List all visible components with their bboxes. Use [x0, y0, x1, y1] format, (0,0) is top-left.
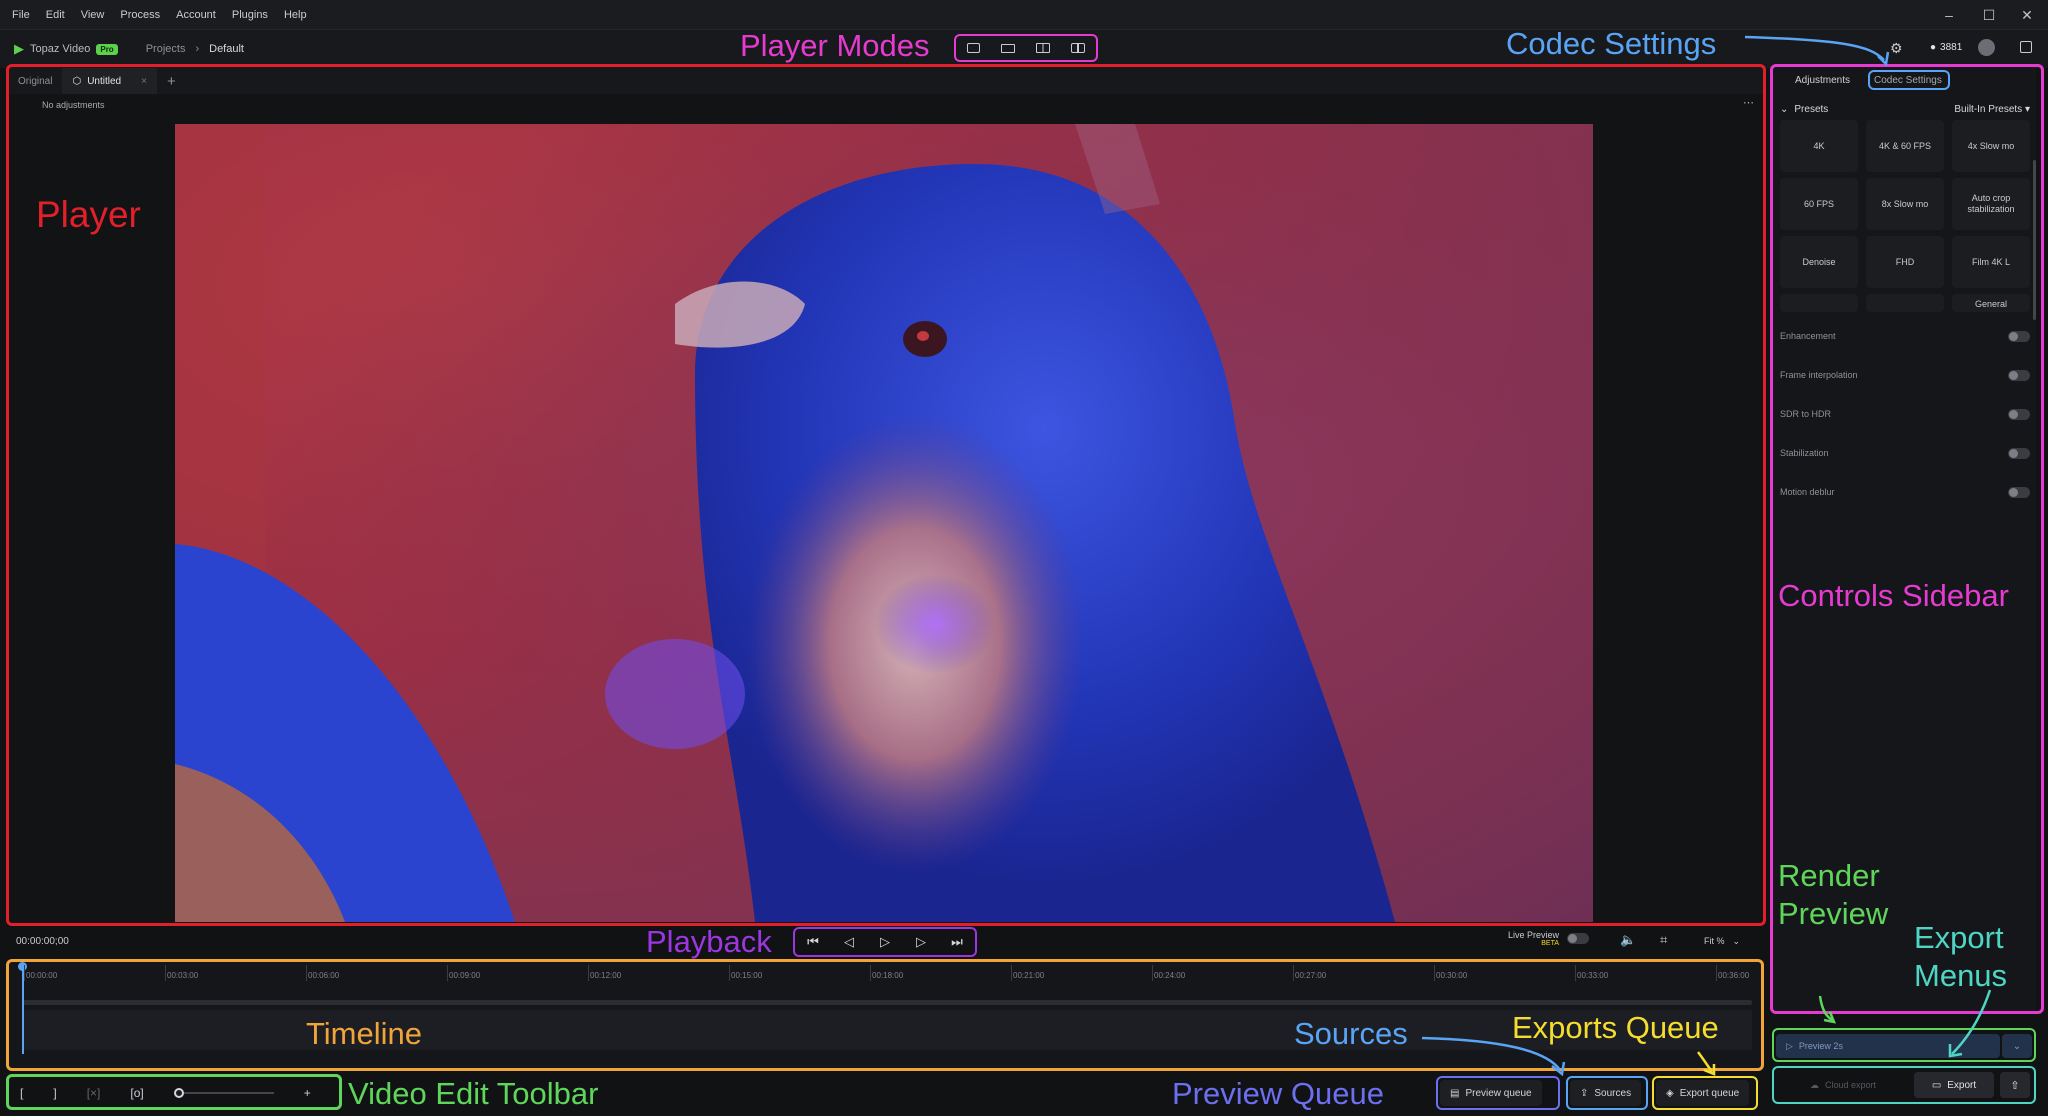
export-menus-box	[1772, 1066, 2036, 1104]
live-preview-toggle[interactable]	[1567, 933, 1590, 944]
volume-icon[interactable]: 🔈	[1620, 932, 1636, 948]
label-player: Player	[36, 194, 141, 235]
label-player-modes: Player Modes	[740, 28, 930, 63]
menu-plugins[interactable]: Plugins	[224, 9, 276, 21]
breadcrumb-projects[interactable]: Projects	[146, 43, 186, 55]
label-export-menus-1: Export	[1914, 920, 2004, 955]
menu-account[interactable]: Account	[168, 9, 224, 21]
play-logo-icon: ▶	[14, 41, 24, 56]
credits-count: 3881	[1940, 42, 1963, 53]
menu-file[interactable]: File	[4, 9, 38, 21]
label-video-edit-toolbar: Video Edit Toolbar	[348, 1076, 599, 1111]
label-timeline: Timeline	[306, 1016, 422, 1051]
zoom-select[interactable]: Fit % ⌄	[1704, 936, 1740, 947]
menu-edit[interactable]: Edit	[38, 9, 73, 21]
label-playback: Playback	[646, 924, 772, 959]
credits: ● 3881	[1930, 42, 1962, 53]
menu-view[interactable]: View	[73, 9, 113, 21]
panel-toggle-icon[interactable]	[2020, 41, 2032, 53]
app-name: Topaz Video	[30, 43, 91, 55]
playback-box	[793, 927, 977, 957]
menu-help[interactable]: Help	[276, 9, 315, 21]
menu-bar: File Edit View Process Account Plugins H…	[0, 0, 2048, 30]
breadcrumb: Projects › Default	[146, 43, 244, 55]
label-render-preview-2: Preview	[1778, 896, 1889, 931]
render-preview-box	[1772, 1028, 2036, 1062]
timecode: 00:00:00;00	[16, 936, 69, 947]
crop-icon[interactable]: ⌗	[1660, 932, 1667, 948]
timeline-box	[6, 959, 1764, 1071]
zoom-value: Fit %	[1704, 936, 1725, 946]
gear-icon[interactable]: ⚙	[1890, 40, 1903, 57]
live-preview-label: Live Preview	[1508, 930, 1560, 940]
label-export-menus-2: Menus	[1914, 958, 2008, 993]
brand: ▶ Topaz Video Pro	[14, 41, 118, 57]
label-render-preview-1: Render	[1778, 858, 1880, 893]
chevron-down-icon: ⌄	[1732, 936, 1741, 946]
label-codec-settings: Codec Settings	[1506, 26, 1717, 61]
exports-queue-box	[1652, 1076, 1758, 1110]
live-preview: Live Preview BETA	[1508, 930, 1590, 947]
menu-process[interactable]: Process	[112, 9, 168, 21]
player-modes-box	[954, 34, 1098, 62]
player-box	[6, 64, 1766, 926]
beta-badge: BETA	[1541, 940, 1560, 947]
breadcrumb-current: Default	[209, 43, 244, 55]
pro-badge: Pro	[96, 43, 118, 55]
close-button[interactable]: ✕	[2004, 0, 2048, 30]
label-exports-queue: Exports Queue	[1512, 1010, 1719, 1045]
credits-icon: ●	[1930, 42, 1937, 53]
sources-box	[1566, 1076, 1648, 1110]
label-sources: Sources	[1294, 1016, 1408, 1051]
preview-queue-box	[1436, 1076, 1560, 1110]
video-edit-toolbar-box	[6, 1074, 342, 1110]
avatar[interactable]	[1978, 39, 1995, 56]
label-preview-queue: Preview Queue	[1172, 1076, 1384, 1111]
label-controls-sidebar: Controls Sidebar	[1778, 578, 2009, 613]
breadcrumb-separator: ›	[195, 43, 200, 55]
